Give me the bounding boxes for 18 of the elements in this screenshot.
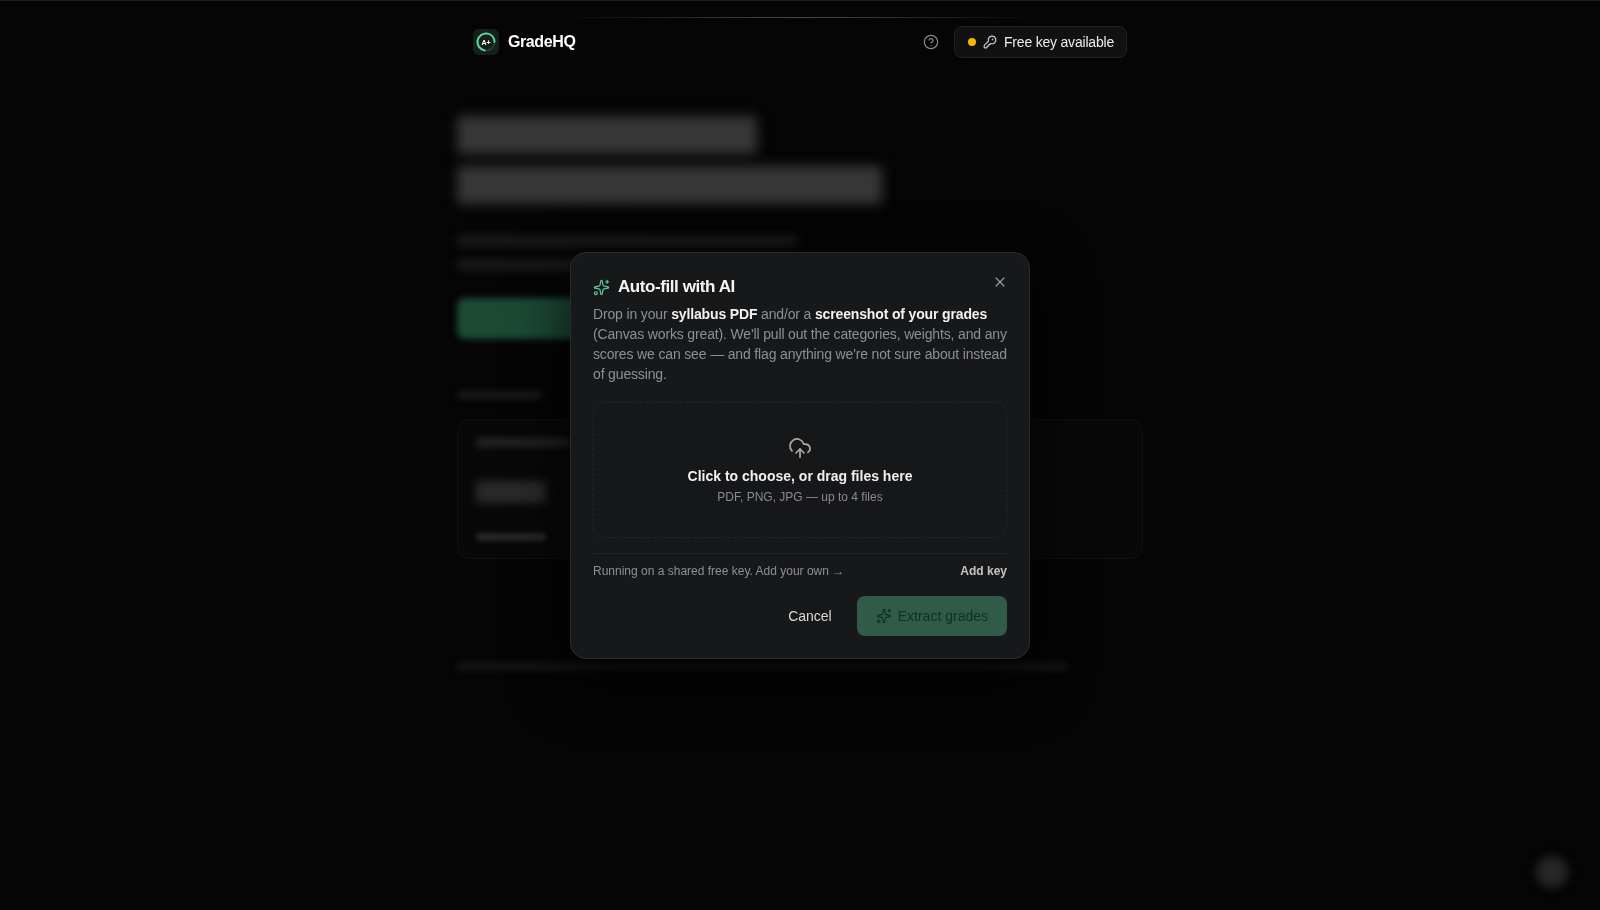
sparkles-icon <box>593 278 610 296</box>
blurred-text-line <box>476 533 546 541</box>
brand-name: GradeHQ <box>508 32 576 52</box>
dialog-title: Auto-fill with AI <box>618 276 735 298</box>
dropzone-title: Click to choose, or drag files here <box>687 466 913 486</box>
key-note: Running on a shared free key. Add your own → <box>593 563 845 580</box>
file-drop-zone[interactable]: Click to choose, or drag files here PDF, PNG, JPG — up to 4 files <box>593 402 1007 538</box>
cloud-upload-icon <box>788 435 812 460</box>
dropzone-hint: PDF, PNG, JPG — up to 4 files <box>717 488 883 505</box>
help-icon <box>923 34 939 50</box>
sparkles-icon <box>875 608 892 624</box>
dialog-description: Drop in your syllabus PDF and/or a screenshot of your grades (Canvas works great). We'll pull out the categories, weights, and any scores we can see — and flag anything we're not sure about instead of guessing. <box>593 305 1008 384</box>
blurred-number <box>476 481 546 503</box>
key-status-button[interactable]: Free key available <box>954 26 1127 58</box>
cancel-button[interactable]: Cancel <box>775 596 845 636</box>
key-icon <box>983 35 997 49</box>
add-key-button[interactable]: Add key <box>960 562 1007 580</box>
help-button[interactable] <box>922 33 940 51</box>
